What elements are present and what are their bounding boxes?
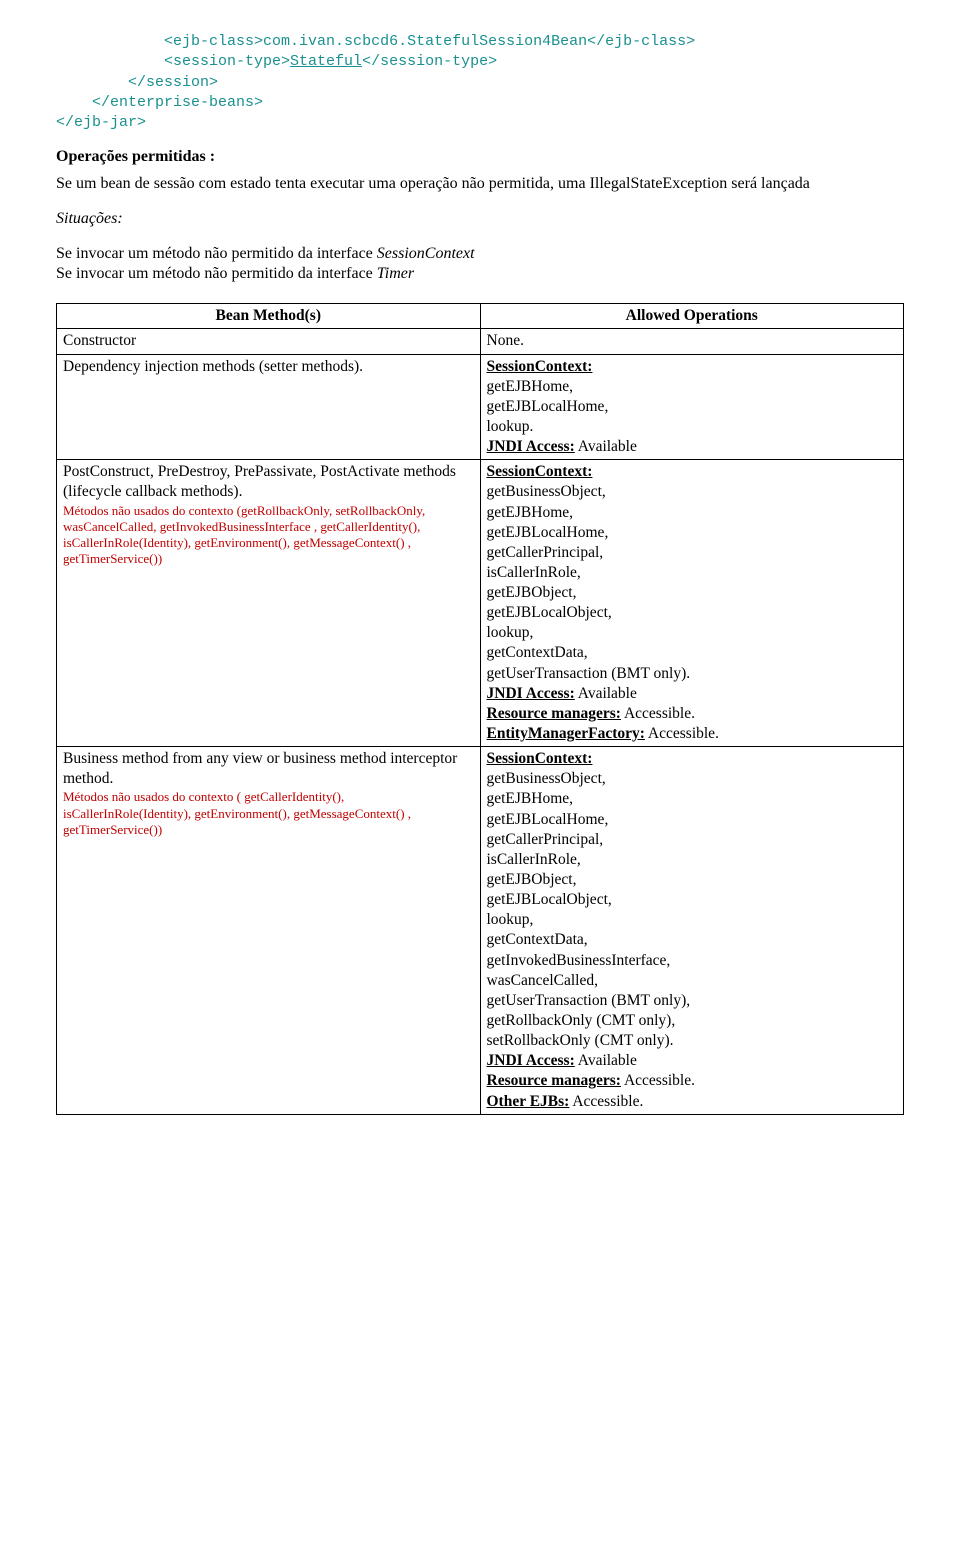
- table-cell-right: None.: [480, 329, 904, 354]
- table-row: ConstructorNone.: [57, 329, 904, 354]
- table-cell-left: Business method from any view or busines…: [57, 747, 481, 1115]
- unused-methods-note: Métodos não usados do contexto ( getCall…: [63, 789, 474, 838]
- table-row: Business method from any view or busines…: [57, 747, 904, 1115]
- table-header-left: Bean Method(s): [57, 304, 481, 329]
- paragraph-operation-exception: Se um bean de sessão com estado tenta ex…: [56, 174, 904, 195]
- table-cell-left: Dependency injection methods (setter met…: [57, 354, 481, 460]
- table-cell-right: SessionContext:getBusinessObject,getEJBH…: [480, 460, 904, 747]
- heading-situacoes: Situações:: [56, 209, 904, 230]
- table-row: PostConstruct, PreDestroy, PrePassivate,…: [57, 460, 904, 747]
- table-cell-right: SessionContext:getEJBHome,getEJBLocalHom…: [480, 354, 904, 460]
- table-cell-left: Constructor: [57, 329, 481, 354]
- table-header-right: Allowed Operations: [480, 304, 904, 329]
- paragraph-situacoes-list: Se invocar um método não permitido da in…: [56, 244, 904, 286]
- unused-methods-note: Métodos não usados do contexto (getRollb…: [63, 503, 474, 568]
- heading-operacoes: Operações permitidas :: [56, 147, 904, 168]
- table-cell-left: PostConstruct, PreDestroy, PrePassivate,…: [57, 460, 481, 747]
- table-row: Dependency injection methods (setter met…: [57, 354, 904, 460]
- table-cell-right: SessionContext:getBusinessObject,getEJBH…: [480, 747, 904, 1115]
- allowed-operations-table: Bean Method(s) Allowed Operations Constr…: [56, 303, 904, 1114]
- xml-snippet: <ejb-class>com.ivan.scbcd6.StatefulSessi…: [56, 32, 904, 133]
